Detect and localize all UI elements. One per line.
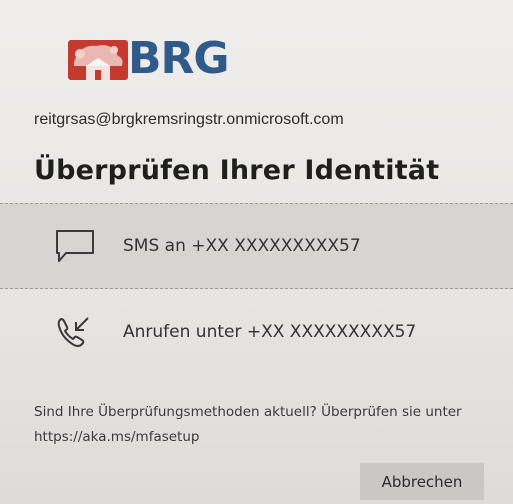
verify-option-sms-label: SMS an +XX XXXXXXXXX57 (123, 236, 361, 256)
verify-option-call[interactable]: Anrufen unter +XX XXXXXXXXX57 (0, 289, 513, 375)
mfa-dialog: BRG reitgrsas@brgkremsringstr.onmicrosof… (0, 0, 513, 504)
mfa-setup-hint: Sind Ihre Überprüfungsmethoden aktuell? … (34, 404, 462, 445)
logo-text: BRG (128, 33, 230, 84)
tree-house-emblem-icon (66, 36, 130, 82)
cancel-button[interactable]: Abbrechen (360, 463, 484, 500)
account-email: reitgrsas@brgkremsringstr.onmicrosoft.co… (34, 111, 344, 128)
phone-call-icon (52, 312, 98, 352)
verify-option-sms[interactable]: SMS an +XX XXXXXXXXX57 (0, 203, 513, 289)
school-logo: BRG (66, 33, 230, 84)
page-title: Überprüfen Ihrer Identität (34, 155, 440, 186)
chat-bubble-icon (52, 226, 98, 266)
verify-option-call-label: Anrufen unter +XX XXXXXXXXX57 (123, 322, 417, 342)
